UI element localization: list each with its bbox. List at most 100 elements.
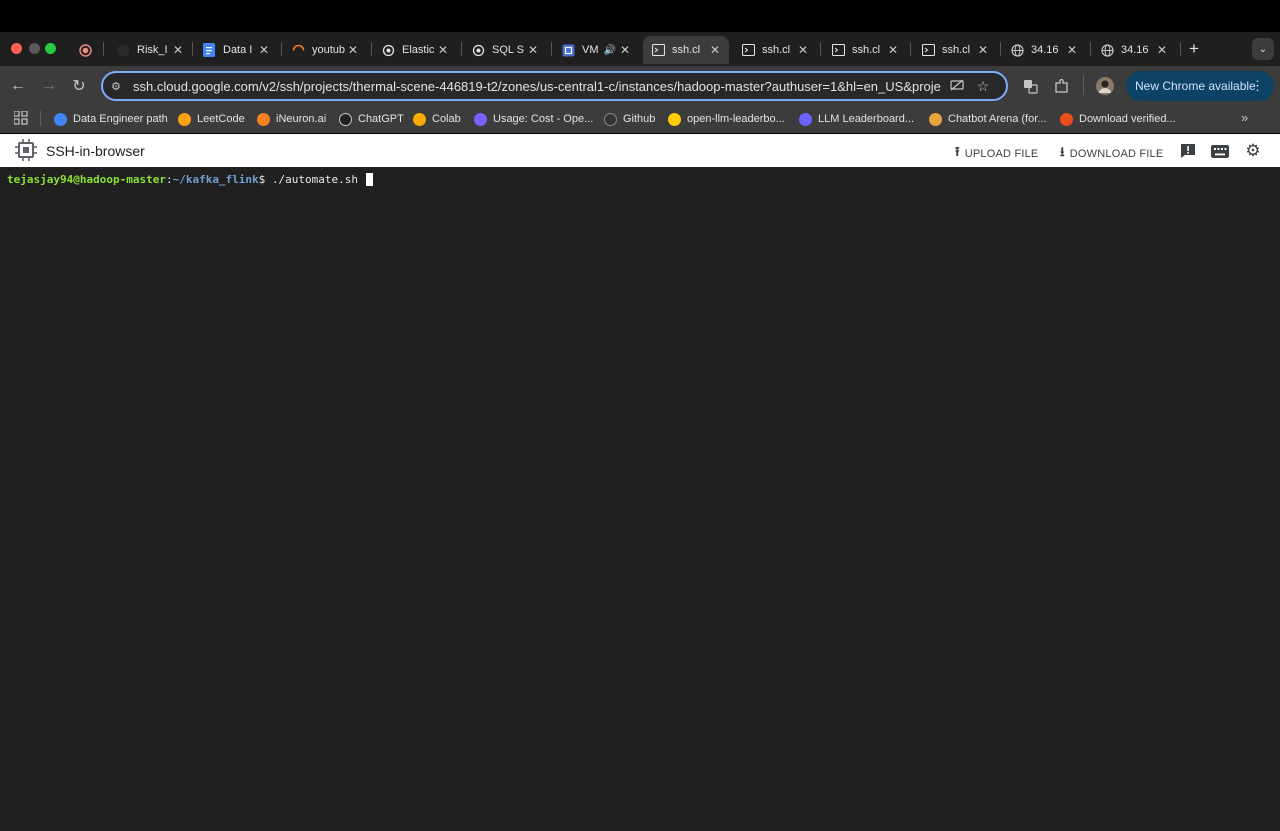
tab-ssh-active[interactable]: ssh.cl ✕ (643, 36, 729, 64)
leaderboard-icon (799, 112, 812, 126)
forward-button[interactable]: → (38, 75, 60, 97)
github-icon (116, 43, 130, 57)
close-tab-icon[interactable]: ✕ (435, 43, 451, 57)
tab-divider (1090, 42, 1091, 56)
apps-grid-icon[interactable] (13, 110, 30, 127)
feedback-icon (1181, 144, 1195, 158)
tab-divider (551, 42, 552, 56)
tab-youtube[interactable]: youtub ✕ (283, 36, 367, 64)
tab-search-button[interactable]: ⌄ (1252, 38, 1274, 60)
camera-off-icon[interactable] (947, 78, 967, 94)
settings-button[interactable]: ⚙ (1243, 141, 1263, 161)
github-icon (604, 112, 617, 126)
arrow-right-icon: → (41, 77, 57, 94)
compute-engine-chip-icon (14, 138, 38, 162)
tab-divider (820, 42, 821, 56)
download-file-button[interactable]: ⭳ DOWNLOAD FILE (1060, 143, 1163, 165)
bookmark-data-engineer-path[interactable]: Data Engineer path (54, 110, 168, 128)
tab-vm[interactable]: VM 🔊 ✕ (553, 36, 639, 64)
close-tab-icon[interactable]: ✕ (525, 43, 541, 57)
bookmark-llm-leaderboard[interactable]: LLM Leaderboard... (799, 110, 914, 128)
terminal-cursor (365, 173, 373, 186)
bookmark-download-verified[interactable]: Download verified... (1060, 110, 1176, 128)
maximize-window-button[interactable] (45, 43, 56, 54)
bookmark-chatgpt[interactable]: ChatGPT (339, 110, 404, 128)
tab-label: 34.16 (1121, 44, 1149, 56)
bookmark-open-llm-leaderboard[interactable]: open-llm-leaderbo... (668, 110, 785, 128)
reload-button[interactable]: ↻ (68, 75, 90, 97)
loading-icon (291, 43, 305, 57)
record-icon (78, 43, 92, 57)
back-button[interactable]: ← (7, 75, 29, 97)
terminal-icon (741, 43, 755, 57)
keyboard-button[interactable] (1210, 141, 1230, 161)
bookmark-github[interactable]: Github (604, 110, 655, 128)
close-tab-icon[interactable]: ✕ (1154, 43, 1170, 57)
upload-file-button[interactable]: ⭱ UPLOAD FILE (955, 143, 1038, 165)
leetcode-icon (178, 112, 191, 126)
close-window-button[interactable] (11, 43, 22, 54)
bookmark-label: Usage: Cost - Ope... (493, 113, 594, 125)
bookmark-chatbot-arena[interactable]: Chatbot Arena (for... (929, 110, 1046, 128)
feedback-button[interactable] (1178, 141, 1198, 161)
close-tab-icon[interactable]: ✕ (795, 43, 811, 57)
url-text[interactable]: ssh.cloud.google.com/v2/ssh/projects/the… (133, 79, 941, 94)
bookmark-label: iNeuron.ai (276, 113, 327, 125)
minimize-window-button[interactable] (29, 43, 40, 54)
new-chrome-available-button[interactable]: New Chrome available ⋮ (1126, 71, 1274, 101)
new-tab-button[interactable]: + (1184, 39, 1204, 59)
tab-label: ssh.cl (672, 44, 701, 56)
tab-divider (461, 42, 462, 56)
bookmark-usage-cost[interactable]: Usage: Cost - Ope... (474, 110, 593, 128)
tab-label: ssh.cl (762, 44, 791, 56)
close-tab-icon[interactable]: ✕ (707, 43, 723, 57)
compute-icon (561, 43, 575, 57)
tab-ssh-2[interactable]: ssh.cl ✕ (733, 36, 817, 64)
close-tab-icon[interactable]: ✕ (885, 43, 901, 57)
tab-divider (103, 42, 104, 56)
close-tab-icon[interactable]: ✕ (170, 43, 186, 57)
bookmark-label: Download verified... (1079, 113, 1176, 125)
tab-divider (281, 42, 282, 56)
bookmark-colab[interactable]: Colab (413, 110, 461, 128)
translate-icon[interactable] (1019, 75, 1041, 97)
tab-ip-2[interactable]: 34.16 ✕ (1092, 36, 1176, 64)
huggingface-icon (668, 112, 681, 126)
tab-data[interactable]: Data I ✕ (194, 36, 278, 64)
tab-ip-1[interactable]: 34.16 ✕ (1002, 36, 1086, 64)
tab-ssh-4[interactable]: ssh.cl ✕ (913, 36, 997, 64)
address-bar[interactable]: ⚙ ssh.cloud.google.com/v2/ssh/projects/t… (101, 71, 1008, 101)
bookmark-leetcode[interactable]: LeetCode (178, 110, 245, 128)
app-title: SSH-in-browser (46, 143, 145, 159)
profile-avatar[interactable] (1094, 75, 1116, 97)
tab-divider (1180, 42, 1181, 56)
more-menu-icon[interactable]: ⋮ (1251, 78, 1264, 94)
tab-ssh-3[interactable]: ssh.cl ✕ (823, 36, 907, 64)
close-tab-icon[interactable]: ✕ (345, 43, 361, 57)
tab-risk[interactable]: Risk_I ✕ (108, 36, 192, 64)
close-tab-icon[interactable]: ✕ (1064, 43, 1080, 57)
upload-icon: ⭱ (955, 144, 960, 159)
close-tab-icon[interactable]: ✕ (617, 43, 633, 57)
ineuron-icon (257, 112, 270, 126)
chevron-down-icon: ⌄ (1258, 43, 1268, 55)
bookmark-star-icon[interactable]: ☆ (973, 78, 993, 95)
tab-label: ssh.cl (852, 44, 881, 56)
terminal-command: ./automate.sh (271, 173, 365, 186)
tab-sql[interactable]: SQL S ✕ (463, 36, 547, 64)
more-bookmarks-icon[interactable]: » (1241, 110, 1248, 125)
tab-divider (910, 42, 911, 56)
download-x-icon (1060, 112, 1073, 126)
terminal-area[interactable] (0, 167, 1280, 831)
site-info-icon[interactable]: ⚙ (111, 80, 125, 93)
tab-elastic[interactable]: Elastic ✕ (373, 36, 457, 64)
speaker-icon: 🔊 (603, 44, 616, 56)
close-tab-icon[interactable]: ✕ (975, 43, 991, 57)
bookmark-label: Chatbot Arena (for... (948, 113, 1047, 125)
extensions-icon[interactable] (1050, 75, 1072, 97)
bookmarks-divider (40, 111, 41, 126)
close-tab-icon[interactable]: ✕ (256, 43, 272, 57)
bookmark-ineuron[interactable]: iNeuron.ai (257, 110, 326, 128)
tab-recording[interactable] (70, 36, 102, 64)
colab-icon (413, 112, 426, 126)
